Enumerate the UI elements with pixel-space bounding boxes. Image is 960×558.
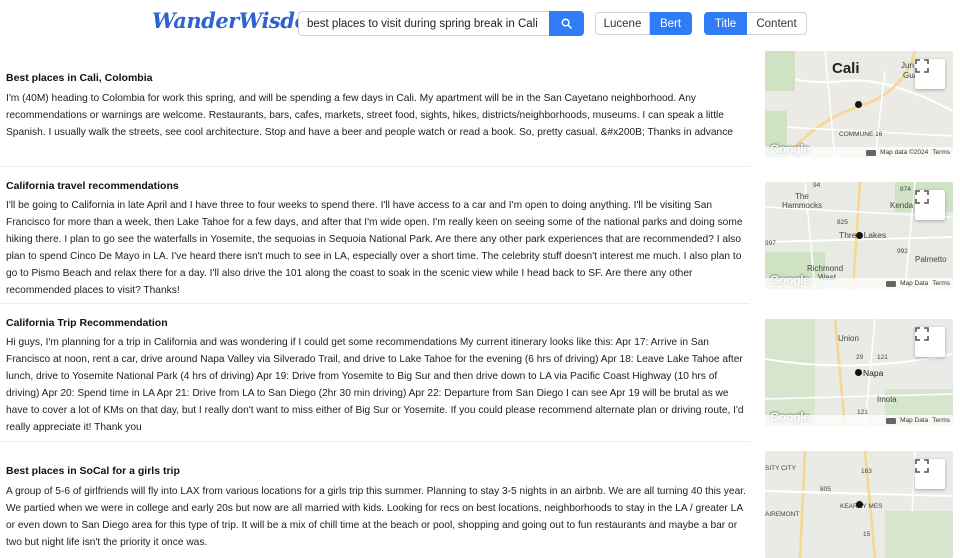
engine-toggle: Lucene Bert — [595, 12, 692, 35]
fullscreen-icon — [915, 190, 929, 204]
map-terms-link[interactable]: Terms — [932, 417, 950, 424]
map-label: 874 — [900, 186, 911, 193]
map-label: 992 — [897, 248, 908, 255]
map-terms-link[interactable]: Terms — [932, 149, 950, 156]
map-footer: Map Data Terms — [765, 415, 953, 426]
result-body: I'll be going to California in late Apri… — [6, 200, 743, 296]
fullscreen-icon — [915, 327, 929, 341]
top-bar: WanderWisdom Lucene Bert Title Content — [0, 0, 960, 48]
map-label: Richmond — [807, 264, 844, 273]
map-pin[interactable] — [855, 101, 862, 108]
search-bar — [298, 11, 584, 36]
map-label: Imola — [877, 395, 897, 404]
result-body: Hi guys, I'm planning for a trip in Cali… — [6, 337, 744, 433]
fullscreen-button[interactable] — [915, 59, 945, 89]
map-label: COMMUNE 16 — [839, 131, 883, 138]
result-divider — [0, 303, 750, 304]
fullscreen-icon — [915, 459, 929, 473]
result-title[interactable]: Best places in Cali, Colombia — [6, 72, 152, 84]
fullscreen-button[interactable] — [915, 327, 945, 357]
result-title[interactable]: California travel recommendations — [6, 180, 179, 192]
map-label: Kenda — [890, 201, 914, 210]
map-label: 29 — [856, 354, 864, 361]
engine-lucene-button[interactable]: Lucene — [595, 12, 650, 35]
fullscreen-icon — [915, 59, 929, 73]
result-map[interactable]: Union 29 121 Napa Imola 121 Google Map D… — [765, 319, 953, 426]
map-label: AIREMONT — [765, 511, 800, 518]
map-footer: Map Data Terms — [765, 278, 953, 289]
map-label: Jun — [901, 61, 914, 70]
map-footer: Map data ©2024 Terms — [765, 147, 953, 158]
map-label: 94 — [813, 182, 821, 189]
map-label: 805 — [820, 486, 831, 493]
map-pin[interactable] — [856, 232, 863, 239]
map-label: 997 — [765, 240, 776, 247]
map-terms-link[interactable]: Terms — [932, 280, 950, 287]
search-input[interactable] — [298, 11, 550, 36]
map-pin[interactable] — [856, 501, 863, 508]
engine-bert-button[interactable]: Bert — [650, 12, 692, 35]
map-attribution: Map Data — [900, 280, 929, 287]
result-map[interactable]: SITY CITY 163 805 AIREMONT KEARNY MES 15 — [765, 451, 953, 558]
map-label: Union — [838, 334, 859, 343]
fullscreen-button[interactable] — [915, 190, 945, 220]
result-title[interactable]: California Trip Recommendation — [6, 317, 168, 329]
search-button[interactable] — [549, 11, 584, 36]
map-attribution: Map data ©2024 — [880, 149, 929, 156]
map-pin[interactable] — [855, 369, 862, 376]
result-body: I'm (40M) heading to Colombia for work t… — [6, 93, 733, 138]
keyboard-icon[interactable] — [886, 280, 897, 287]
map-label: 15 — [863, 531, 871, 538]
map-label: SITY CITY — [765, 465, 796, 472]
map-label: 825 — [837, 219, 848, 226]
keyboard-icon[interactable] — [886, 417, 897, 424]
keyboard-icon[interactable] — [866, 149, 877, 156]
map-label: Hammocks — [782, 201, 823, 210]
map-attribution: Map Data — [900, 417, 929, 424]
map-label: 163 — [861, 468, 872, 475]
field-content-button[interactable]: Content — [747, 12, 807, 35]
result-divider — [0, 166, 750, 167]
field-title-button[interactable]: Title — [704, 12, 747, 35]
map-label: The — [795, 192, 809, 201]
search-icon — [561, 18, 572, 29]
field-toggle: Title Content — [704, 12, 807, 35]
result-title[interactable]: Best places in SoCal for a girls trip — [6, 465, 180, 477]
result-map[interactable]: Cali Jun Gua COMMUNE 16 Google Map data … — [765, 51, 953, 158]
result-body: A group of 5-6 of girlfriends will fly i… — [6, 486, 746, 548]
map-label: 121 — [877, 354, 888, 361]
map-city-label: Cali — [832, 60, 860, 77]
fullscreen-button[interactable] — [915, 459, 945, 489]
map-label: Palmetto — [915, 255, 947, 264]
result-map[interactable]: The Hammocks Kenda Three Lakes Richmond … — [765, 182, 953, 289]
result-divider — [0, 441, 750, 442]
map-label: Napa — [863, 368, 884, 378]
